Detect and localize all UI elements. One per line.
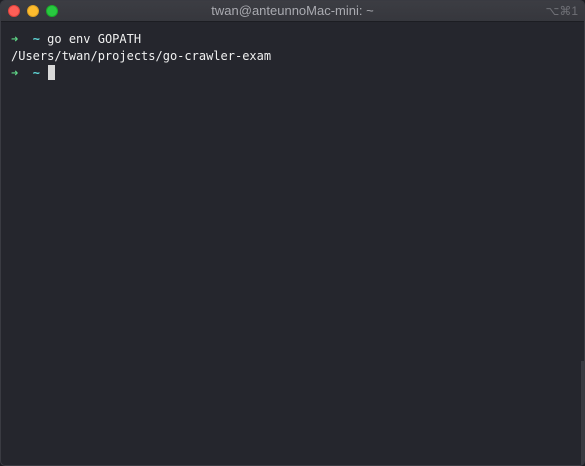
scrollbar[interactable] — [581, 361, 584, 465]
active-prompt-line[interactable]: ➜ ~ — [11, 65, 584, 82]
window-title: twan@anteunnoMac-mini: ~ — [211, 3, 374, 18]
prompt-directory: ~ — [32, 66, 40, 80]
prompt-arrow-icon: ➜ — [11, 66, 19, 80]
prompt-directory: ~ — [32, 32, 40, 46]
output-text: /Users/twan/projects/go-crawler-exam — [11, 49, 272, 63]
output-line: /Users/twan/projects/go-crawler-exam — [11, 48, 584, 65]
prompt-line: ➜ ~ go env GOPATH — [11, 31, 584, 48]
terminal-window: twan@anteunnoMac-mini: ~ ⌥⌘1 ➜ ~ go env … — [0, 0, 585, 466]
prompt-arrow-icon: ➜ — [11, 32, 19, 46]
title-bar[interactable]: twan@anteunnoMac-mini: ~ ⌥⌘1 — [1, 1, 584, 22]
terminal-content[interactable]: ➜ ~ go env GOPATH /Users/twan/projects/g… — [1, 22, 584, 465]
window-shortcut: ⌥⌘1 — [545, 4, 578, 18]
command-text: go env GOPATH — [47, 32, 142, 46]
text-cursor — [48, 65, 56, 80]
